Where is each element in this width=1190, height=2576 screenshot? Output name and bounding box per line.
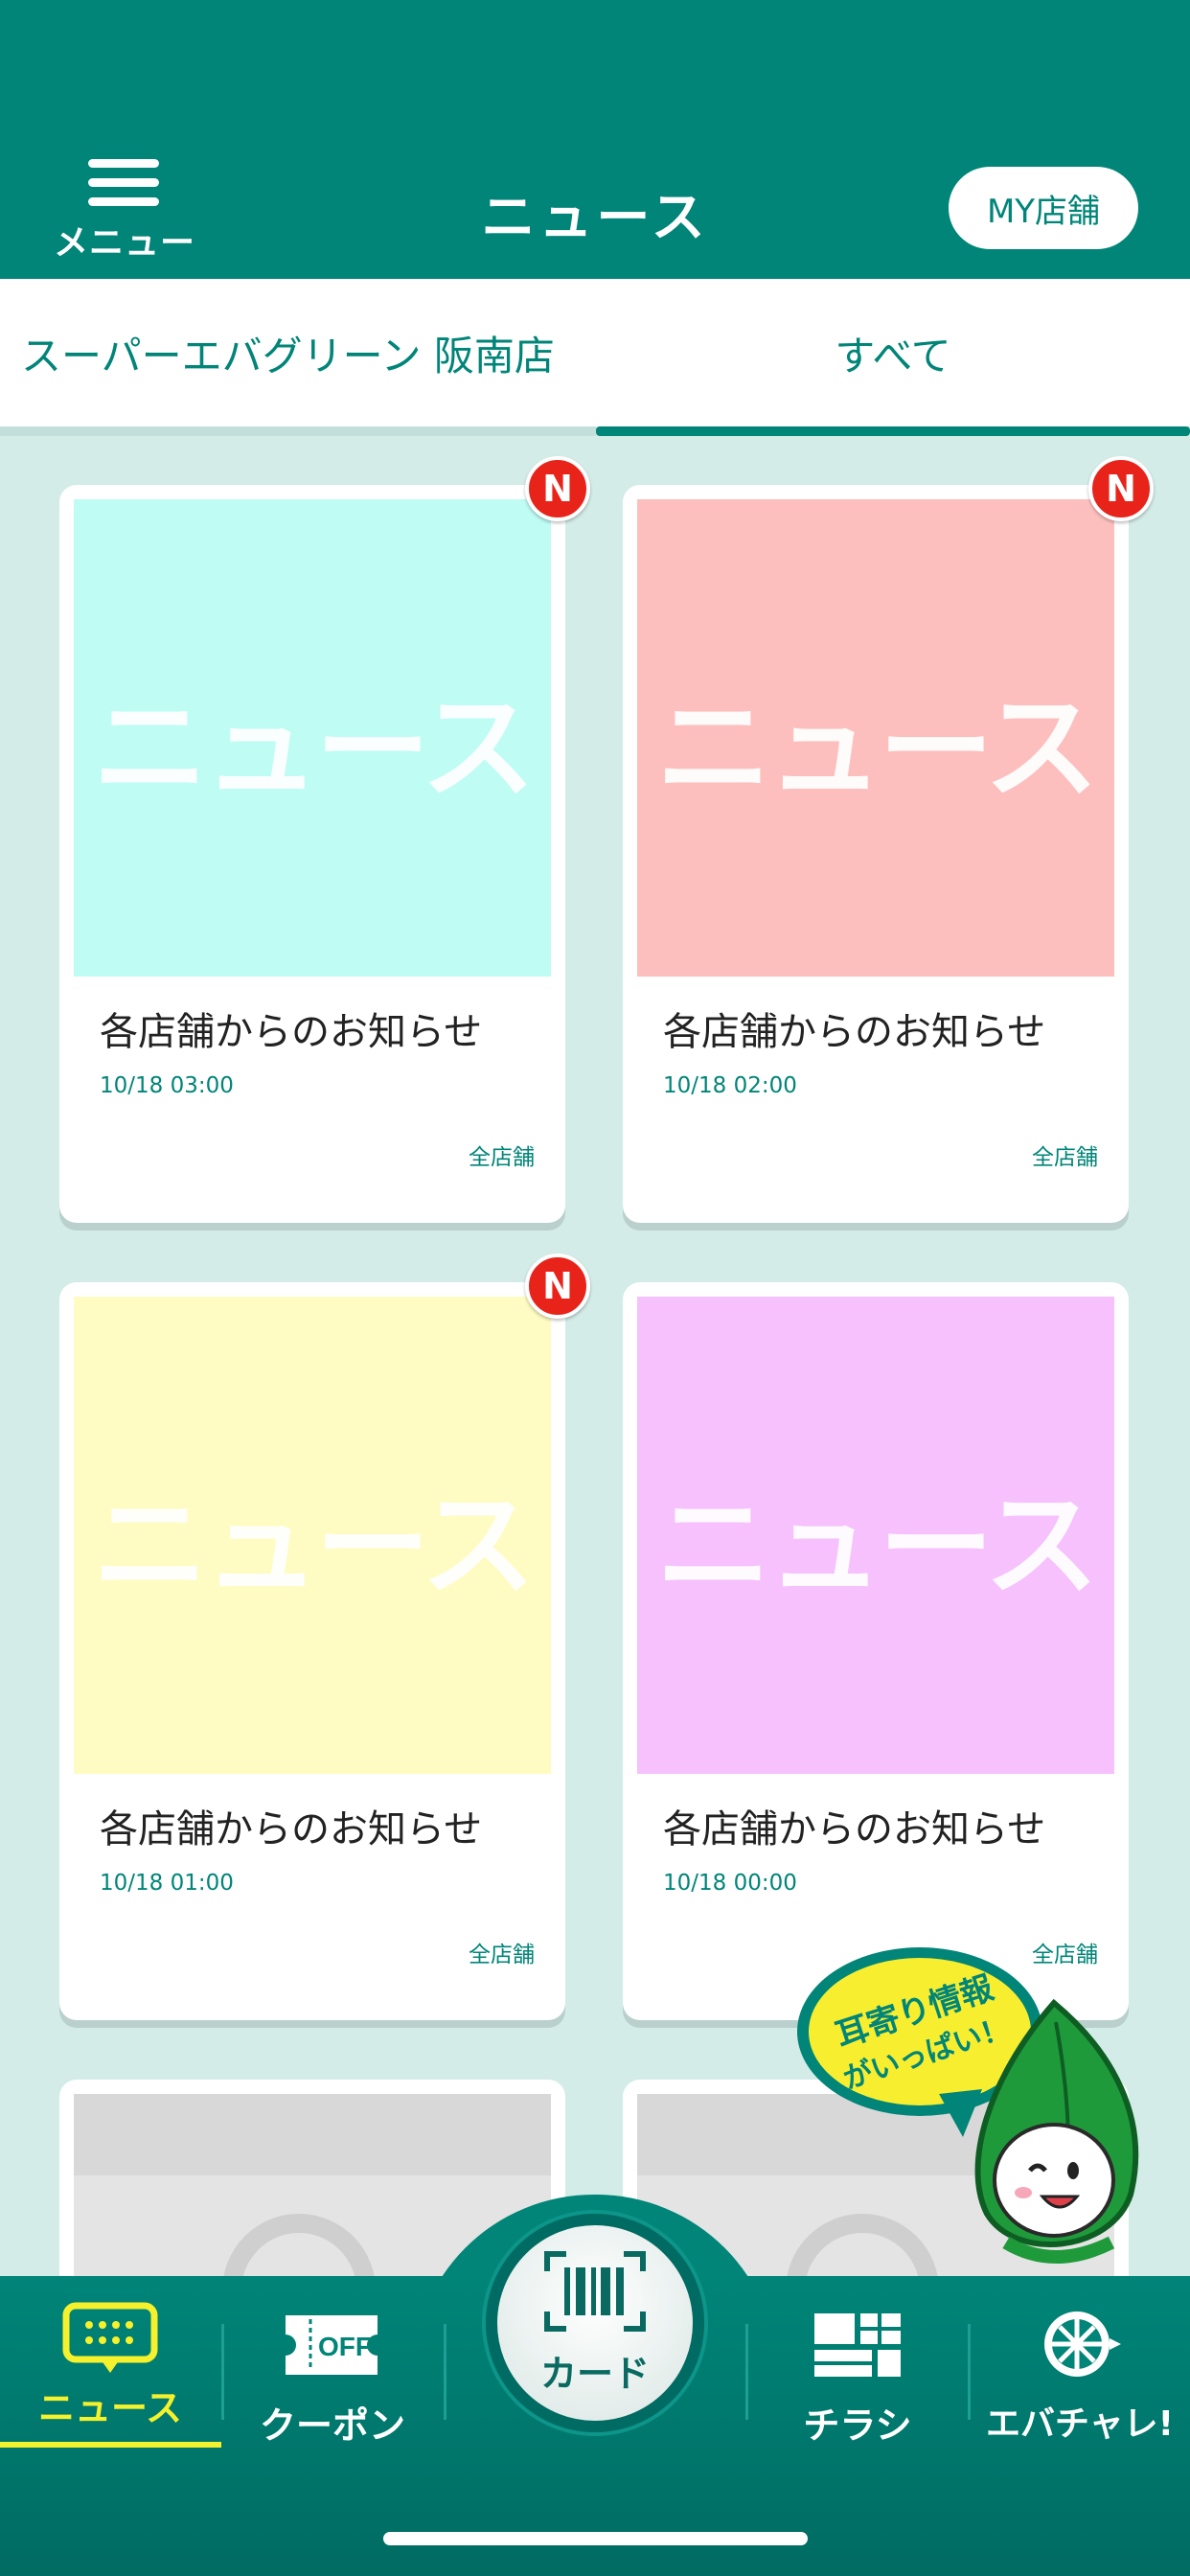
news-card[interactable]: ニュース 各店舗からのお知らせ 10/18 02:00 全店舗 N <box>623 456 1154 1223</box>
news-card[interactable]: ニュース 各店舗からのお知らせ 10/18 00:00 全店舗 <box>623 1282 1129 2020</box>
nav-card[interactable]: カード <box>486 2214 704 2432</box>
news-thumbnail: ニュース <box>74 499 551 977</box>
placeholder-band <box>74 2094 551 2175</box>
news-store: 全店舗 <box>469 1145 535 1170</box>
new-badge: N <box>525 456 590 521</box>
news-title: 各店舗からのお知らせ <box>100 1807 483 1852</box>
nav-news[interactable]: ニュース <box>0 2300 220 2453</box>
thumbnail-label: ニュース <box>93 682 536 816</box>
news-title: 各店舗からのお知らせ <box>100 1010 483 1054</box>
nav-challenge-label: エバチャレ! <box>985 2404 1175 2444</box>
new-badge: N <box>525 1254 590 1319</box>
nav-flyer-label: チラシ <box>803 2404 912 2447</box>
nav-flyer[interactable]: チラシ <box>747 2300 968 2453</box>
news-date: 10/18 02:00 <box>663 1073 797 1098</box>
news-icon <box>62 2302 158 2373</box>
svg-text:OFF: OFF <box>318 2332 372 2361</box>
nav-card-label: カード <box>539 2353 650 2395</box>
home-indicator[interactable] <box>383 2532 808 2545</box>
my-store-button[interactable]: MY店舗 <box>949 167 1138 249</box>
wheel-icon <box>1044 2312 1121 2377</box>
news-title: 各店舗からのお知らせ <box>663 1807 1046 1852</box>
thumbnail-label: ニュース <box>93 1480 536 1613</box>
news-thumbnail: ニュース <box>637 1297 1114 1774</box>
app-header: メニュー ニュース MY店舗 <box>0 0 1190 279</box>
news-date: 10/18 01:00 <box>100 1871 234 1896</box>
flyer-icon <box>814 2313 901 2377</box>
nav-news-label: ニュース <box>37 2387 183 2429</box>
barcode-icon <box>544 2251 646 2332</box>
thumbnail-label: ニュース <box>656 682 1099 816</box>
tab-store[interactable]: スーパーエバグリーン 阪南店 <box>21 279 555 426</box>
news-store: 全店舗 <box>469 1943 535 1967</box>
news-card[interactable]: ニュース 各店舗からのお知らせ 10/18 01:00 全店舗 N <box>59 1254 590 2020</box>
news-store: 全店舗 <box>1032 1145 1098 1170</box>
tab-divider <box>0 426 596 436</box>
new-badge: N <box>1088 456 1154 521</box>
nav-coupon[interactable]: OFF クーポン <box>222 2300 443 2453</box>
tab-bar: スーパーエバグリーン 阪南店 すべて <box>0 279 1190 436</box>
mascot-banner[interactable]: 耳寄り情報 がいっぱい！ <box>795 1936 1169 2281</box>
nav-coupon-label: クーポン <box>259 2404 405 2447</box>
thumbnail-label: ニュース <box>656 1480 1099 1613</box>
news-date: 10/18 03:00 <box>100 1073 234 1098</box>
coupon-off-icon: OFF <box>286 2315 378 2375</box>
news-title: 各店舗からのお知らせ <box>663 1010 1046 1054</box>
nav-divider <box>444 2324 446 2420</box>
nav-challenge[interactable]: エバチャレ! <box>970 2300 1190 2453</box>
news-date: 10/18 00:00 <box>663 1871 797 1896</box>
news-thumbnail: ニュース <box>637 499 1114 977</box>
active-nav-indicator <box>0 2442 221 2448</box>
news-card[interactable]: ニュース 各店舗からのお知らせ 10/18 03:00 全店舗 N <box>59 456 590 1223</box>
active-tab-indicator <box>596 426 1190 436</box>
news-thumbnail: ニュース <box>74 1297 551 1774</box>
tab-all[interactable]: すべて <box>596 279 1190 426</box>
